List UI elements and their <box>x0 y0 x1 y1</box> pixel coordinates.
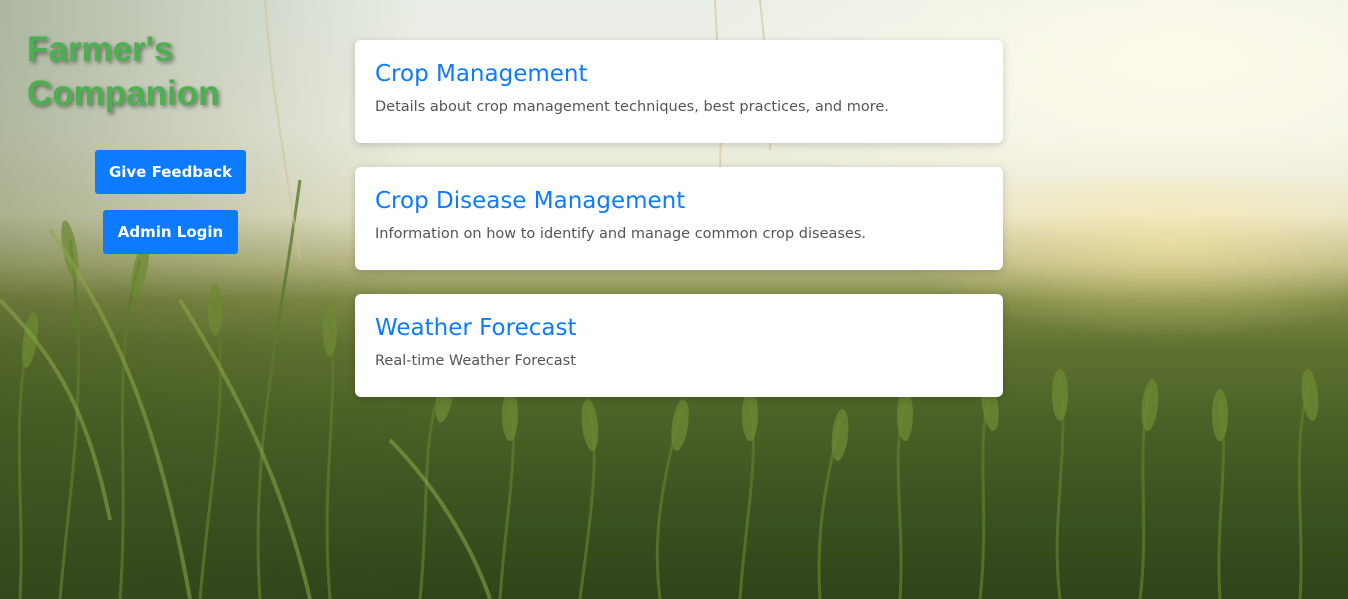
card-description: Information on how to identify and manag… <box>375 226 867 242</box>
card-crop-disease-management[interactable]: Crop Disease Management Information on h… <box>355 167 1003 270</box>
feature-card-list: Crop Management Details about crop manag… <box>355 40 1003 421</box>
card-crop-management[interactable]: Crop Management Details about crop manag… <box>355 40 1003 143</box>
give-feedback-button[interactable]: Give Feedback <box>95 150 246 194</box>
card-description: Real-time Weather Forecast <box>375 353 576 369</box>
admin-login-button[interactable]: Admin Login <box>103 210 238 254</box>
card-title[interactable]: Crop Management <box>375 59 983 89</box>
card-title[interactable]: Crop Disease Management <box>375 186 983 216</box>
brand-title-line1: Farmer's <box>27 30 174 69</box>
card-weather-forecast[interactable]: Weather Forecast Real-time Weather Forec… <box>355 294 1003 397</box>
card-description: Details about crop management techniques… <box>375 99 889 115</box>
card-title[interactable]: Weather Forecast <box>375 313 983 343</box>
brand-title: Farmer's Companion <box>27 28 219 116</box>
brand-title-line2: Companion <box>27 74 220 113</box>
